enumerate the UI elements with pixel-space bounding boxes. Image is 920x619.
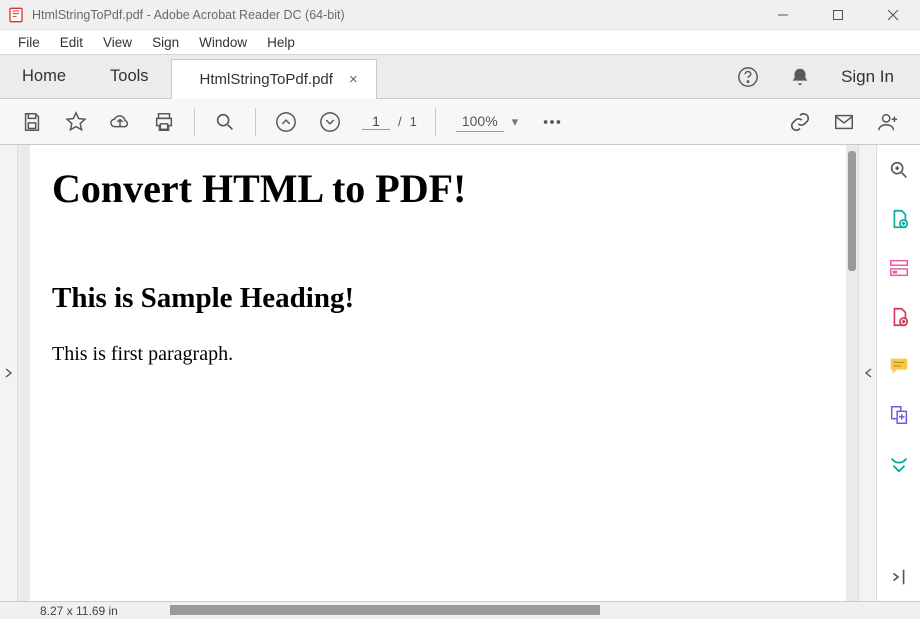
tab-document[interactable]: HtmlStringToPdf.pdf ×: [171, 59, 377, 99]
chevron-down-icon[interactable]: ▾: [512, 114, 519, 130]
menubar: File Edit View Sign Window Help: [0, 30, 920, 55]
window-title: HtmlStringToPdf.pdf - Adobe Acrobat Read…: [32, 8, 345, 22]
print-icon[interactable]: [142, 102, 186, 142]
menu-window[interactable]: Window: [189, 33, 257, 52]
create-pdf-icon[interactable]: [888, 306, 910, 331]
doc-heading-1: Convert HTML to PDF!: [52, 165, 824, 212]
page-indicator: / 1: [362, 113, 417, 130]
menu-file[interactable]: File: [8, 33, 50, 52]
find-icon[interactable]: [203, 102, 247, 142]
page-dimensions: 8.27 x 11.69 in: [40, 604, 118, 618]
more-options-icon[interactable]: [530, 102, 574, 142]
comment-icon[interactable]: [888, 355, 910, 380]
page-separator: /: [398, 114, 402, 129]
email-icon[interactable]: [822, 102, 866, 142]
doc-heading-2: This is Sample Heading!: [52, 282, 824, 315]
tab-close-icon[interactable]: ×: [349, 71, 358, 88]
page-up-icon[interactable]: [264, 102, 308, 142]
tab-tools[interactable]: Tools: [88, 55, 171, 98]
content-area: Convert HTML to PDF! This is Sample Head…: [0, 145, 920, 601]
tab-home[interactable]: Home: [0, 55, 88, 98]
account-add-icon[interactable]: [866, 102, 910, 142]
close-button[interactable]: [865, 0, 920, 30]
combine-files-icon[interactable]: [888, 404, 910, 429]
more-tools-icon[interactable]: [888, 453, 910, 478]
page-total: 1: [410, 114, 417, 129]
status-bar: 8.27 x 11.69 in: [0, 601, 920, 619]
vertical-scrollbar[interactable]: [848, 151, 856, 271]
app-icon: [8, 7, 24, 23]
horizontal-scrollbar-thumb[interactable]: [170, 605, 600, 615]
pdf-page: Convert HTML to PDF! This is Sample Head…: [30, 145, 846, 601]
document-viewport[interactable]: Convert HTML to PDF! This is Sample Head…: [18, 145, 858, 601]
minimize-button[interactable]: [755, 0, 810, 30]
collapse-rail-icon[interactable]: [888, 566, 910, 591]
tab-document-label: HtmlStringToPdf.pdf: [200, 71, 333, 88]
doc-paragraph: This is first paragraph.: [52, 343, 824, 366]
export-pdf-icon[interactable]: [888, 208, 910, 233]
horizontal-scrollbar[interactable]: [170, 605, 850, 617]
maximize-button[interactable]: [810, 0, 865, 30]
share-link-icon[interactable]: [778, 102, 822, 142]
edit-pdf-icon[interactable]: [888, 257, 910, 282]
separator: [435, 108, 436, 136]
separator: [194, 108, 195, 136]
sign-in-button[interactable]: Sign In: [835, 67, 900, 87]
menu-sign[interactable]: Sign: [142, 33, 189, 52]
share-cloud-icon[interactable]: [98, 102, 142, 142]
zoom-control[interactable]: 100% ▾: [456, 111, 518, 132]
separator: [255, 108, 256, 136]
menu-edit[interactable]: Edit: [50, 33, 93, 52]
search-icon[interactable]: [888, 159, 910, 184]
left-pane-toggle[interactable]: [0, 145, 18, 601]
page-down-icon[interactable]: [308, 102, 352, 142]
window-titlebar: HtmlStringToPdf.pdf - Adobe Acrobat Read…: [0, 0, 920, 30]
page-current-input[interactable]: [362, 113, 390, 130]
menu-view[interactable]: View: [93, 33, 142, 52]
zoom-value: 100%: [456, 111, 504, 132]
tab-row: Home Tools HtmlStringToPdf.pdf × Sign In: [0, 55, 920, 99]
help-icon[interactable]: [731, 59, 765, 95]
notifications-icon[interactable]: [783, 59, 817, 95]
right-pane-toggle[interactable]: [858, 145, 876, 601]
main-toolbar: / 1 100% ▾: [0, 99, 920, 145]
right-tool-rail: [876, 145, 920, 601]
menu-help[interactable]: Help: [257, 33, 305, 52]
save-icon[interactable]: [10, 102, 54, 142]
star-icon[interactable]: [54, 102, 98, 142]
